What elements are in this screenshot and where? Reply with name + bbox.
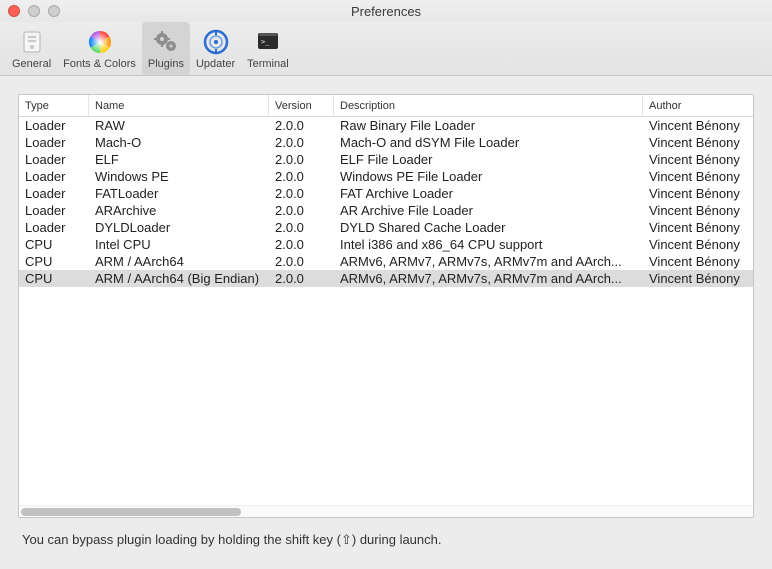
cell-name: RAW <box>89 118 269 133</box>
cell-author: Vincent Bénony <box>643 237 753 252</box>
cell-name: DYLDLoader <box>89 220 269 235</box>
cell-description: Mach-O and dSYM File Loader <box>334 135 643 150</box>
cell-author: Vincent Bénony <box>643 203 753 218</box>
table-row[interactable]: CPUARM / AArch642.0.0ARMv6, ARMv7, ARMv7… <box>19 253 753 270</box>
hint-text: You can bypass plugin loading by holding… <box>18 518 754 548</box>
cell-description: Intel i386 and x86_64 CPU support <box>334 237 643 252</box>
table-row[interactable]: CPUARM / AArch64 (Big Endian)2.0.0ARMv6,… <box>19 270 753 287</box>
cell-version: 2.0.0 <box>269 118 334 133</box>
gears-icon <box>151 27 181 57</box>
cell-author: Vincent Bénony <box>643 254 753 269</box>
cell-version: 2.0.0 <box>269 220 334 235</box>
table-row[interactable]: LoaderFATLoader2.0.0FAT Archive LoaderVi… <box>19 185 753 202</box>
header-author[interactable]: Author <box>643 95 753 116</box>
cell-description: Windows PE File Loader <box>334 169 643 184</box>
cell-type: Loader <box>19 152 89 167</box>
scrollbar-thumb[interactable] <box>21 508 241 516</box>
cell-type: CPU <box>19 254 89 269</box>
cell-type: CPU <box>19 237 89 252</box>
cell-description: AR Archive File Loader <box>334 203 643 218</box>
cell-author: Vincent Bénony <box>643 118 753 133</box>
tab-plugins-label: Plugins <box>148 58 184 70</box>
tab-fonts-colors-label: Fonts & Colors <box>63 58 136 70</box>
table-row[interactable]: CPUIntel CPU2.0.0Intel i386 and x86_64 C… <box>19 236 753 253</box>
cell-author: Vincent Bénony <box>643 152 753 167</box>
cell-version: 2.0.0 <box>269 271 334 286</box>
cell-version: 2.0.0 <box>269 254 334 269</box>
tab-updater-label: Updater <box>196 58 235 70</box>
shift-key-symbol: ⇧ <box>341 532 352 547</box>
table-row[interactable]: LoaderDYLDLoader2.0.0DYLD Shared Cache L… <box>19 219 753 236</box>
cell-type: Loader <box>19 220 89 235</box>
table-row[interactable]: LoaderMach-O2.0.0Mach-O and dSYM File Lo… <box>19 134 753 151</box>
cell-type: Loader <box>19 135 89 150</box>
cell-description: Raw Binary File Loader <box>334 118 643 133</box>
cell-description: ARMv6, ARMv7, ARMv7s, ARMv7m and AArch..… <box>334 254 643 269</box>
cell-description: ELF File Loader <box>334 152 643 167</box>
cell-type: Loader <box>19 203 89 218</box>
cell-author: Vincent Bénony <box>643 271 753 286</box>
tab-general[interactable]: General <box>6 22 57 75</box>
cell-name: ARArchive <box>89 203 269 218</box>
cell-version: 2.0.0 <box>269 152 334 167</box>
cell-version: 2.0.0 <box>269 169 334 184</box>
cell-author: Vincent Bénony <box>643 169 753 184</box>
updater-icon <box>201 27 231 57</box>
window-controls <box>8 5 60 17</box>
tab-terminal[interactable]: >_ Terminal <box>241 22 295 75</box>
horizontal-scrollbar[interactable] <box>19 505 753 517</box>
cell-author: Vincent Bénony <box>643 186 753 201</box>
cell-type: Loader <box>19 169 89 184</box>
svg-text:>_: >_ <box>261 38 270 46</box>
tab-plugins[interactable]: Plugins <box>142 22 190 75</box>
cell-description: DYLD Shared Cache Loader <box>334 220 643 235</box>
header-description[interactable]: Description <box>334 95 643 116</box>
content-area: Type Name Version Description Author Loa… <box>0 76 772 558</box>
table-row[interactable]: LoaderELF2.0.0ELF File LoaderVincent Bén… <box>19 151 753 168</box>
tab-fonts-colors[interactable]: Fonts & Colors <box>57 22 142 75</box>
cell-description: FAT Archive Loader <box>334 186 643 201</box>
cell-name: ARM / AArch64 <box>89 254 269 269</box>
table-row[interactable]: LoaderARArchive2.0.0AR Archive File Load… <box>19 202 753 219</box>
color-wheel-icon <box>85 27 115 57</box>
cell-type: Loader <box>19 186 89 201</box>
hint-suffix: ) during launch. <box>352 532 442 547</box>
cell-name: ARM / AArch64 (Big Endian) <box>89 271 269 286</box>
terminal-icon: >_ <box>253 27 283 57</box>
cell-type: CPU <box>19 271 89 286</box>
cell-type: Loader <box>19 118 89 133</box>
cell-description: ARMv6, ARMv7, ARMv7s, ARMv7m and AArch..… <box>334 271 643 286</box>
preferences-toolbar: General <box>0 22 772 76</box>
cell-name: Mach-O <box>89 135 269 150</box>
cell-name: FATLoader <box>89 186 269 201</box>
plugins-table: Type Name Version Description Author Loa… <box>18 94 754 518</box>
cell-version: 2.0.0 <box>269 237 334 252</box>
tab-general-label: General <box>12 58 51 70</box>
header-type[interactable]: Type <box>19 95 89 116</box>
table-body: LoaderRAW2.0.0Raw Binary File LoaderVinc… <box>19 117 753 505</box>
table-row[interactable]: LoaderWindows PE2.0.0Windows PE File Loa… <box>19 168 753 185</box>
cell-version: 2.0.0 <box>269 203 334 218</box>
window-title: Preferences <box>0 4 772 19</box>
cell-author: Vincent Bénony <box>643 135 753 150</box>
table-row[interactable]: LoaderRAW2.0.0Raw Binary File LoaderVinc… <box>19 117 753 134</box>
cell-version: 2.0.0 <box>269 186 334 201</box>
cell-name: Intel CPU <box>89 237 269 252</box>
cell-version: 2.0.0 <box>269 135 334 150</box>
hint-prefix: You can bypass plugin loading by holding… <box>22 532 341 547</box>
header-name[interactable]: Name <box>89 95 269 116</box>
tab-terminal-label: Terminal <box>247 58 289 70</box>
general-icon <box>17 27 47 57</box>
cell-name: Windows PE <box>89 169 269 184</box>
maximize-button[interactable] <box>48 5 60 17</box>
cell-author: Vincent Bénony <box>643 220 753 235</box>
minimize-button[interactable] <box>28 5 40 17</box>
cell-name: ELF <box>89 152 269 167</box>
table-header: Type Name Version Description Author <box>19 95 753 117</box>
titlebar: Preferences <box>0 0 772 22</box>
close-button[interactable] <box>8 5 20 17</box>
tab-updater[interactable]: Updater <box>190 22 241 75</box>
header-version[interactable]: Version <box>269 95 334 116</box>
